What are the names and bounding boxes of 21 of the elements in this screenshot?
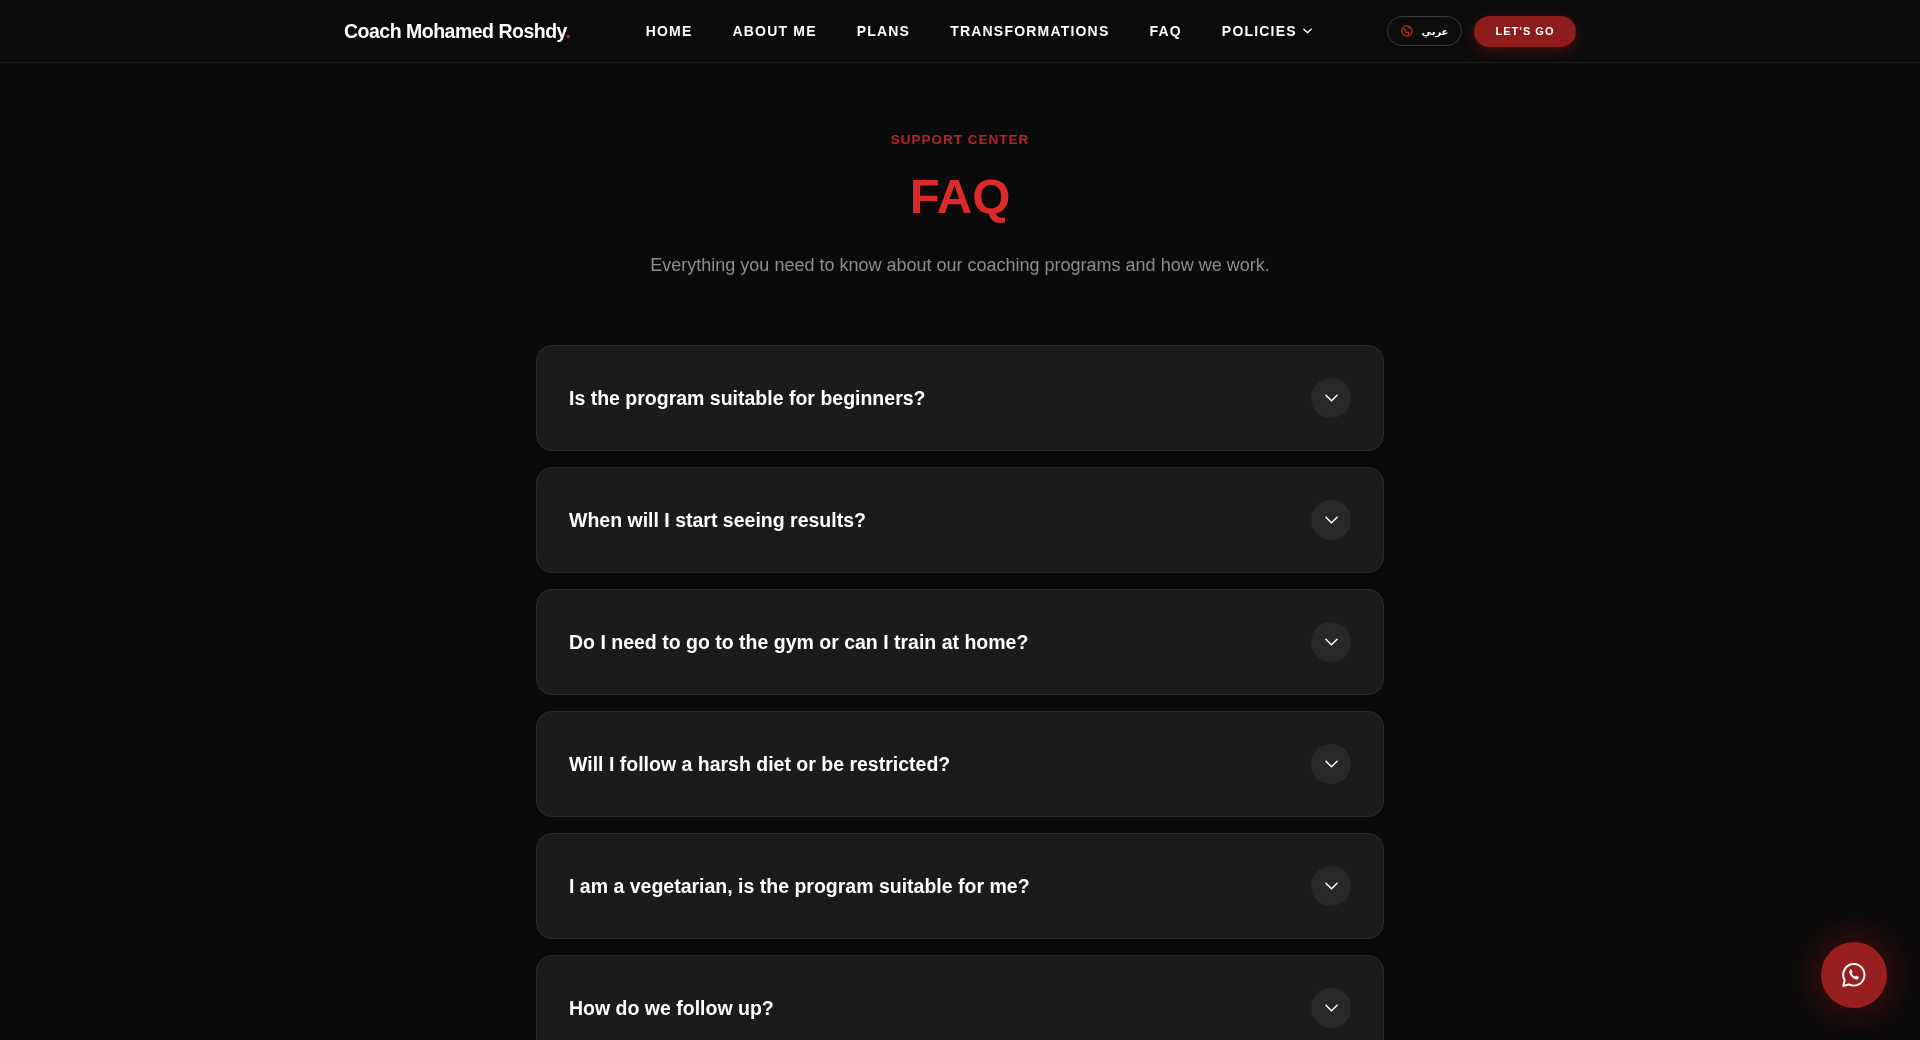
nav-link[interactable]: ABOUT ME [732, 23, 817, 39]
site-logo[interactable]: Coach Mohamed Roshdy. [344, 19, 571, 43]
faq-question[interactable]: When will I start seeing results? [536, 467, 1384, 573]
cta-button[interactable]: LET'S GO [1474, 15, 1576, 47]
page-title: FAQ [909, 170, 1011, 223]
page-subtitle: Everything you need to know about our coaching programs and how we work. [650, 254, 1270, 277]
language-button[interactable]: عربي [1387, 16, 1462, 46]
faq-question[interactable]: I am a vegetarian, is the program suitable for me? [536, 833, 1384, 939]
faq-question[interactable]: Do I need to go to the gym or can I train at home? [536, 589, 1384, 695]
faq-question[interactable]: Is the program suitable for beginners? [536, 345, 1384, 451]
globe-icon [1400, 25, 1413, 37]
nav-link[interactable]: FAQ [1149, 23, 1182, 39]
nav-dropdown[interactable]: POLICIES [1221, 23, 1312, 39]
nav-link[interactable]: HOME [645, 23, 693, 39]
nav-link[interactable]: PLANS [856, 23, 911, 39]
faq-question[interactable]: Will I follow a harsh diet or be restricted? [536, 711, 1384, 817]
caret-down-icon [1302, 28, 1312, 34]
nav-link[interactable]: TRANSFORMATIONS [950, 23, 1110, 39]
faq-question[interactable]: How do we follow up? [536, 955, 1384, 1040]
phone-speech-bubble-icon [1840, 961, 1868, 989]
section-eyebrow: SUPPORT CENTER [890, 131, 1030, 149]
